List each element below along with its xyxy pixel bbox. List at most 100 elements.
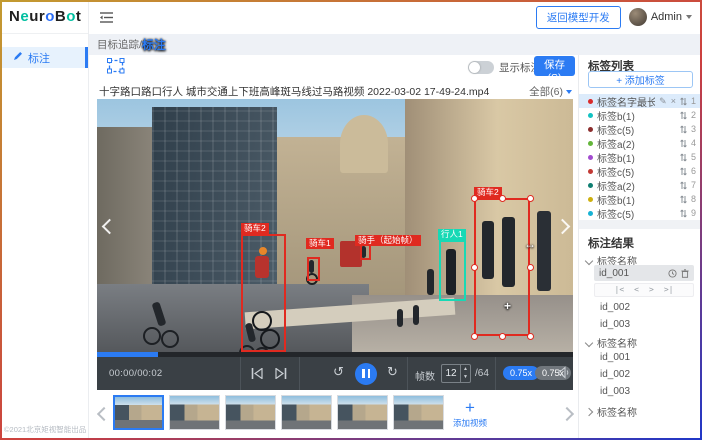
collapse-caret-icon — [585, 338, 593, 346]
video-thumbnail-6[interactable] — [393, 395, 444, 430]
locate-frame-icon[interactable] — [668, 269, 677, 278]
video-thumbnail-4[interactable] — [281, 395, 332, 430]
divider — [495, 357, 496, 390]
sidebar: NeuroBot 标注 ©2021北京矩视智能出品 — [0, 0, 89, 440]
pause-button[interactable] — [355, 363, 377, 385]
breadcrumb-parent[interactable]: 目标追踪 — [97, 37, 139, 52]
logo-letter: ur — [29, 8, 45, 25]
resize-handle[interactable] — [471, 264, 478, 271]
save-button[interactable]: 保存(S) — [534, 56, 575, 76]
tag-row[interactable]: 标签c(5) 9 — [579, 206, 702, 220]
frame-number-input[interactable] — [442, 365, 460, 382]
result-row[interactable]: id_003 — [600, 319, 630, 330]
bbox-pedestrian-1[interactable] — [439, 240, 466, 301]
sort-icon[interactable] — [680, 167, 687, 176]
pagination-first-icon[interactable]: |< — [615, 286, 625, 294]
edit-tag-icon[interactable]: ✎ — [659, 97, 667, 106]
filter-dropdown[interactable]: 全部(6) — [529, 84, 572, 99]
bbox-cyclist-2[interactable] — [241, 234, 286, 352]
tag-row[interactable]: 标签a(2) 4 — [579, 136, 702, 150]
tag-name: 标签名字最长数... — [597, 94, 655, 109]
sidebar-item-annotate[interactable]: 标注 — [0, 47, 88, 68]
add-tag-button[interactable]: + 添加标签 — [588, 71, 693, 88]
logo-letter: t — [76, 8, 82, 25]
tag-row[interactable]: 标签b(1) 2 — [579, 108, 702, 122]
video-thumbnail-3[interactable] — [225, 395, 276, 430]
pagination-prev-icon[interactable]: < — [634, 286, 639, 294]
result-row[interactable]: id_002 — [600, 369, 630, 380]
spinner-up-icon[interactable]: ▲ — [461, 365, 470, 374]
resize-handle[interactable] — [499, 333, 506, 340]
result-row[interactable]: id_003 — [600, 386, 630, 397]
sort-icon[interactable] — [680, 139, 687, 148]
pagination-next-icon[interactable]: > — [649, 286, 654, 294]
tag-row[interactable]: 标签a(2) 7 — [579, 178, 702, 192]
sort-icon[interactable] — [680, 195, 687, 204]
user-menu[interactable]: Admin — [629, 8, 692, 26]
topbar: 返回模型开发 Admin — [88, 0, 702, 34]
logo-letter: o — [45, 8, 55, 25]
sort-icon[interactable] — [680, 181, 687, 190]
tag-index: 4 — [691, 138, 696, 148]
video-canvas[interactable]: 骑车2 骑车1 骑手（起始帧） 行人1 骑车2 + ↔ — [97, 99, 573, 352]
resize-handle[interactable] — [527, 264, 534, 271]
tag-index: 8 — [691, 194, 696, 204]
strip-left-chevron-icon[interactable] — [97, 407, 111, 421]
tag-name: 标签c(5) — [597, 122, 676, 137]
username: Admin — [651, 11, 682, 23]
bbox-draw-tool-icon[interactable] — [107, 58, 125, 79]
add-video-button[interactable]: + 添加视频 — [449, 395, 491, 433]
bbox-label: 骑车2 — [474, 187, 502, 198]
tag-row[interactable]: 标签c(5) 3 — [579, 122, 702, 136]
replay-10-icon[interactable]: ↺ — [333, 365, 344, 380]
scene-pedestrian — [427, 269, 434, 295]
tag-row[interactable]: 标签b(1) 8 — [579, 192, 702, 206]
spinner-down-icon[interactable]: ▼ — [461, 374, 470, 383]
bbox-cyclist-1[interactable] — [307, 257, 320, 281]
tag-row[interactable]: 标签名字最长数... ✎ × 1 — [579, 94, 702, 108]
scene-pedestrian — [537, 211, 551, 291]
tag-row[interactable]: 标签c(5) 6 — [579, 164, 702, 178]
video-thumbnail-5[interactable] — [337, 395, 388, 430]
sort-icon[interactable] — [680, 209, 687, 218]
forward-10-icon[interactable]: ↻ — [387, 365, 398, 380]
pagination-last-icon[interactable]: >| — [664, 286, 674, 294]
bbox-label: 行人1 — [438, 229, 466, 240]
sidebar-item-label: 标注 — [28, 50, 50, 66]
sort-icon[interactable] — [680, 125, 687, 134]
scene-dome-building — [340, 115, 388, 173]
result-row[interactable]: id_001 — [600, 352, 630, 363]
resize-handle[interactable] — [471, 333, 478, 340]
delete-tag-icon[interactable]: × — [671, 97, 676, 106]
sort-icon[interactable] — [680, 153, 687, 162]
result-row[interactable]: id_002 — [600, 302, 630, 313]
show-annotation-toggle[interactable] — [468, 61, 494, 74]
back-to-model-dev-button[interactable]: 返回模型开发 — [536, 6, 621, 29]
resize-handle[interactable] — [527, 333, 534, 340]
tag-row[interactable]: 标签b(1) 5 — [579, 150, 702, 164]
resize-handle[interactable] — [527, 195, 534, 202]
avatar — [629, 8, 647, 26]
video-thumbnail-1[interactable] — [113, 395, 164, 430]
move-cursor-icon: + — [504, 299, 511, 313]
result-group-header[interactable]: 标签名称 — [586, 404, 637, 419]
tag-index: 5 — [691, 152, 696, 162]
result-group-header[interactable]: 标签名称 — [586, 335, 637, 350]
tag-index: 2 — [691, 110, 696, 120]
trash-icon[interactable] — [681, 269, 689, 278]
resize-handle[interactable] — [471, 195, 478, 202]
video-thumbnail-2[interactable] — [169, 395, 220, 430]
result-id: id_001 — [599, 268, 664, 279]
speed-pill-active[interactable]: 0.75x — [503, 366, 539, 380]
sort-icon[interactable] — [680, 97, 687, 106]
tag-list: 标签名字最长数... ✎ × 1 标签b(1) 2 标签c(5) 3 标签a(2 — [579, 94, 702, 220]
menu-fold-icon[interactable] — [100, 12, 113, 23]
topbar-right: 返回模型开发 Admin — [536, 6, 702, 29]
result-row-selected[interactable]: id_001 — [594, 265, 694, 281]
bbox-selected[interactable] — [474, 198, 530, 336]
tag-index: 3 — [691, 124, 696, 134]
sort-icon[interactable] — [680, 111, 687, 120]
resize-handle[interactable] — [499, 195, 506, 202]
strip-right-chevron-icon[interactable] — [560, 407, 574, 421]
bbox-rider-startframe[interactable] — [360, 244, 371, 260]
